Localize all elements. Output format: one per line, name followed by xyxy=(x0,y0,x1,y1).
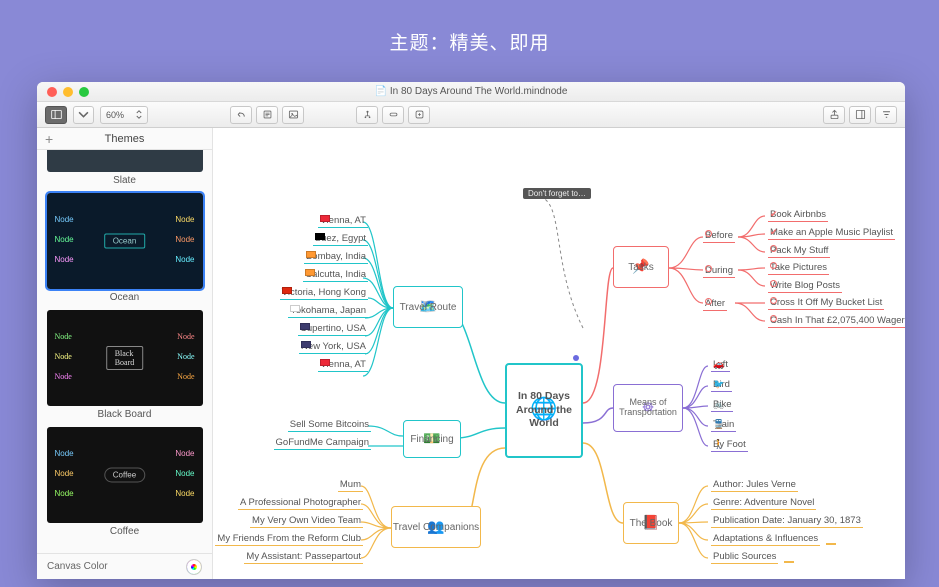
collapsed-indicator xyxy=(784,561,794,563)
sidebar-toggle-button[interactable] xyxy=(45,106,67,124)
leaf-node[interactable]: Cash In That £2,075,400 Wager xyxy=(768,314,905,328)
leaf-node[interactable]: Sell Some Bitcoins xyxy=(288,418,371,432)
mindmap-canvas[interactable]: Don't forget to… 🌐 In 80 Days Around the… xyxy=(213,128,905,579)
toolbar: 60% xyxy=(37,102,905,128)
leaf-node[interactable]: Author: Jules Verne xyxy=(711,478,798,492)
leaf-node[interactable]: New York, USA xyxy=(299,340,368,354)
leaf-node[interactable]: Victoria, Hong Kong xyxy=(280,286,368,300)
add-node-button[interactable] xyxy=(408,106,430,124)
leaf-node[interactable]: Publication Date: January 30, 1873 xyxy=(711,514,863,528)
leaf-node[interactable]: Yokohama, Japan xyxy=(288,304,368,318)
central-node[interactable]: 🌐 In 80 Days Around the World xyxy=(505,363,583,458)
leaf-node[interactable]: Public Sources xyxy=(711,550,778,564)
theme-label: Coffee xyxy=(37,523,212,542)
window-title: 📄 In 80 Days Around The World.mindnode xyxy=(37,86,905,97)
node-book[interactable]: 📕 The Book xyxy=(623,502,679,544)
add-child-button[interactable] xyxy=(356,106,378,124)
node-travel-route[interactable]: 🗺️ Travel Route xyxy=(393,286,463,328)
leaf-node[interactable]: My Assistant: Passepartout xyxy=(244,550,363,564)
themes-sidebar: + Themes Slate Ocean Node Node Node Node… xyxy=(37,128,213,579)
theme-label: Slate xyxy=(37,172,212,191)
leaf-node[interactable]: Take Pictures xyxy=(768,261,829,275)
leaf-node[interactable]: Cross It Off My Bucket List xyxy=(768,296,884,310)
node-label: Means of Transportation xyxy=(614,398,682,418)
node-label: Tasks xyxy=(628,262,654,273)
outline-button[interactable] xyxy=(256,106,278,124)
filter-button[interactable] xyxy=(875,106,897,124)
collapsed-indicator xyxy=(826,543,836,545)
leaf-node[interactable]: 🚆 Train xyxy=(711,418,736,432)
node-label: The Book xyxy=(630,518,673,529)
theme-list: Slate Ocean Node Node Node Node Node Nod… xyxy=(37,150,212,553)
sidebar-header: + Themes xyxy=(37,128,212,150)
minimize-button[interactable] xyxy=(63,87,73,97)
page-heading: 主题：精美、即用 xyxy=(0,0,939,73)
leaf-node[interactable]: Adaptations & Influences xyxy=(711,532,820,546)
leaf-node[interactable]: Suez, Egypt xyxy=(313,232,368,246)
canvas-color-picker[interactable] xyxy=(186,559,202,575)
leaf-node[interactable]: Calcutta, India xyxy=(303,268,368,282)
canvas-color-row: Canvas Color xyxy=(37,553,212,579)
leaf-node[interactable]: 🚶 By Foot xyxy=(711,438,748,452)
node-label: Travel Route xyxy=(400,302,457,313)
zoom-select[interactable]: 60% xyxy=(100,106,148,124)
app-window: 📄 In 80 Days Around The World.mindnode 6… xyxy=(37,82,905,579)
task-group[interactable]: Before xyxy=(703,229,735,243)
theme-thumb-blackboard[interactable]: BlackBoard Node Node Node Node Node Node xyxy=(47,310,203,406)
central-label: In 80 Days Around the World xyxy=(507,390,581,431)
leaf-node[interactable]: Bombay, India xyxy=(304,250,368,264)
node-label: Travel Companions xyxy=(393,522,479,533)
leaf-node[interactable]: GoFundMe Campaign xyxy=(274,436,371,450)
canvas-color-label: Canvas Color xyxy=(47,561,108,572)
image-button[interactable] xyxy=(282,106,304,124)
node-companions[interactable]: 👥 Travel Companions xyxy=(391,506,481,548)
traffic-lights xyxy=(37,87,89,97)
theme-thumb-slate[interactable] xyxy=(47,150,203,172)
node-transport[interactable]: ☸ Means of Transportation xyxy=(613,384,683,432)
task-group[interactable]: After xyxy=(703,297,727,311)
leaf-node[interactable]: ✔Make an Apple Music Playlist xyxy=(768,226,895,240)
node-financing[interactable]: 💵 Financing xyxy=(403,420,461,458)
leaf-node[interactable]: Write Blog Posts xyxy=(768,279,842,293)
leaf-node[interactable]: 🐦 Bird xyxy=(711,378,732,392)
leaf-node[interactable]: My Friends From the Reform Club xyxy=(215,532,363,546)
note-tooltip: Don't forget to… xyxy=(523,188,591,199)
close-button[interactable] xyxy=(47,87,57,97)
leaf-node[interactable]: 🚲 Bike xyxy=(711,398,733,412)
leaf-node[interactable]: My Very Own Video Team xyxy=(250,514,363,528)
add-link-button[interactable] xyxy=(382,106,404,124)
zoom-button[interactable] xyxy=(79,87,89,97)
share-button[interactable] xyxy=(823,106,845,124)
leaf-node[interactable]: Vienna, AT xyxy=(318,358,368,372)
undo-button[interactable] xyxy=(230,106,252,124)
leaf-node[interactable]: A Professional Photographer xyxy=(238,496,363,510)
inspector-button[interactable] xyxy=(849,106,871,124)
task-group[interactable]: During xyxy=(703,264,735,278)
leaf-node[interactable]: Vienna, AT xyxy=(318,214,368,228)
sidebar-title: Themes xyxy=(105,133,145,145)
leaf-node[interactable]: ✔Book Airbnbs xyxy=(768,208,828,222)
theme-thumb-ocean[interactable]: Ocean Node Node Node Node Node Node xyxy=(47,193,203,289)
leaf-node[interactable]: Pack My Stuff xyxy=(768,244,830,258)
node-label: Financing xyxy=(410,434,453,445)
leaf-node[interactable]: Cupertino, USA xyxy=(298,322,368,336)
sidebar-mode-dropdown[interactable] xyxy=(73,106,94,124)
leaf-node[interactable]: Mum xyxy=(338,478,363,492)
leaf-node[interactable]: 🚗 Lyft xyxy=(711,358,730,372)
theme-label: Ocean xyxy=(37,289,212,308)
add-theme-button[interactable]: + xyxy=(45,132,53,146)
titlebar: 📄 In 80 Days Around The World.mindnode xyxy=(37,82,905,102)
theme-label: Black Board xyxy=(37,406,212,425)
theme-thumb-coffee[interactable]: Coffee Node Node Node Node Node Node xyxy=(47,427,203,523)
anchor-dot xyxy=(573,355,579,361)
node-tasks[interactable]: 📌 Tasks xyxy=(613,246,669,288)
leaf-node[interactable]: Genre: Adventure Novel xyxy=(711,496,816,510)
